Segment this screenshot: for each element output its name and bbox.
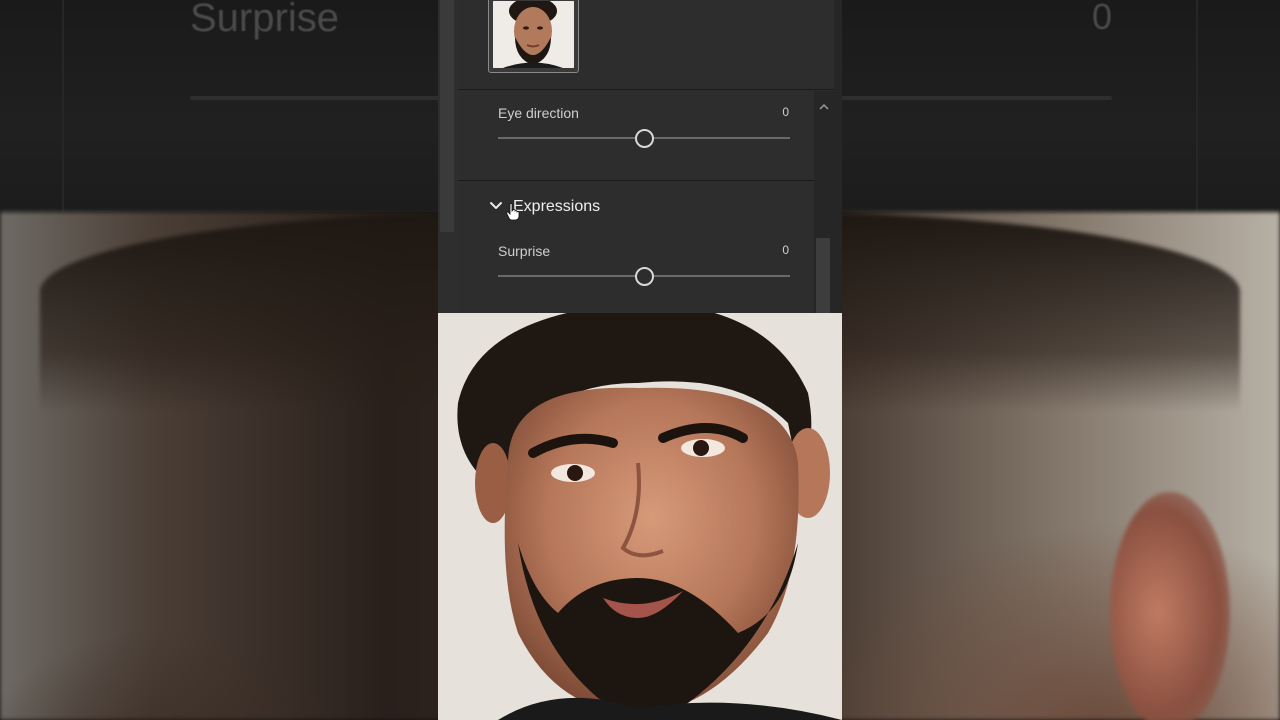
expressions-title: Expressions [513,198,601,215]
adjustments-panel: Eye direction 0 Expressions Surprise 0 [438,0,842,313]
ghost-panel-edge-right [1196,0,1198,212]
left-gutter [438,0,458,313]
thumbnail-portrait [493,1,574,68]
portrait-illustration [438,313,842,720]
face-thumbnail[interactable] [488,0,579,73]
surprise-label: Surprise [498,243,551,259]
eye-direction-label: Eye direction [498,105,579,121]
eye-direction-value[interactable]: 0 [782,105,789,119]
scrollbar-thumb[interactable] [816,238,830,313]
right-scrollbar[interactable] [814,91,834,313]
face-thumbnail-image [493,1,574,68]
hand-pointer-icon [506,203,520,221]
surprise-slider-knob[interactable] [634,267,654,286]
scroll-up-icon[interactable] [819,103,829,111]
surprise-value[interactable]: 0 [782,243,789,257]
chevron-down-icon[interactable] [488,198,504,214]
ghost-panel-edge-left [62,0,64,212]
eye-direction-control: Eye direction 0 [458,91,814,181]
ghost-surprise-label: Surprise [190,0,339,40]
panel-content: Eye direction 0 Expressions Surprise 0 [458,0,834,313]
video-column: Eye direction 0 Expressions Surprise 0 [438,0,842,720]
face-thumbnail-section [458,0,834,90]
left-scrollbar[interactable] [440,0,454,232]
eye-direction-slider-knob[interactable] [634,129,654,148]
portrait-photo [438,313,842,720]
ghost-ear [1110,492,1230,720]
ghost-surprise-value: 0 [1091,0,1112,37]
surprise-control: Surprise 0 [458,231,814,313]
